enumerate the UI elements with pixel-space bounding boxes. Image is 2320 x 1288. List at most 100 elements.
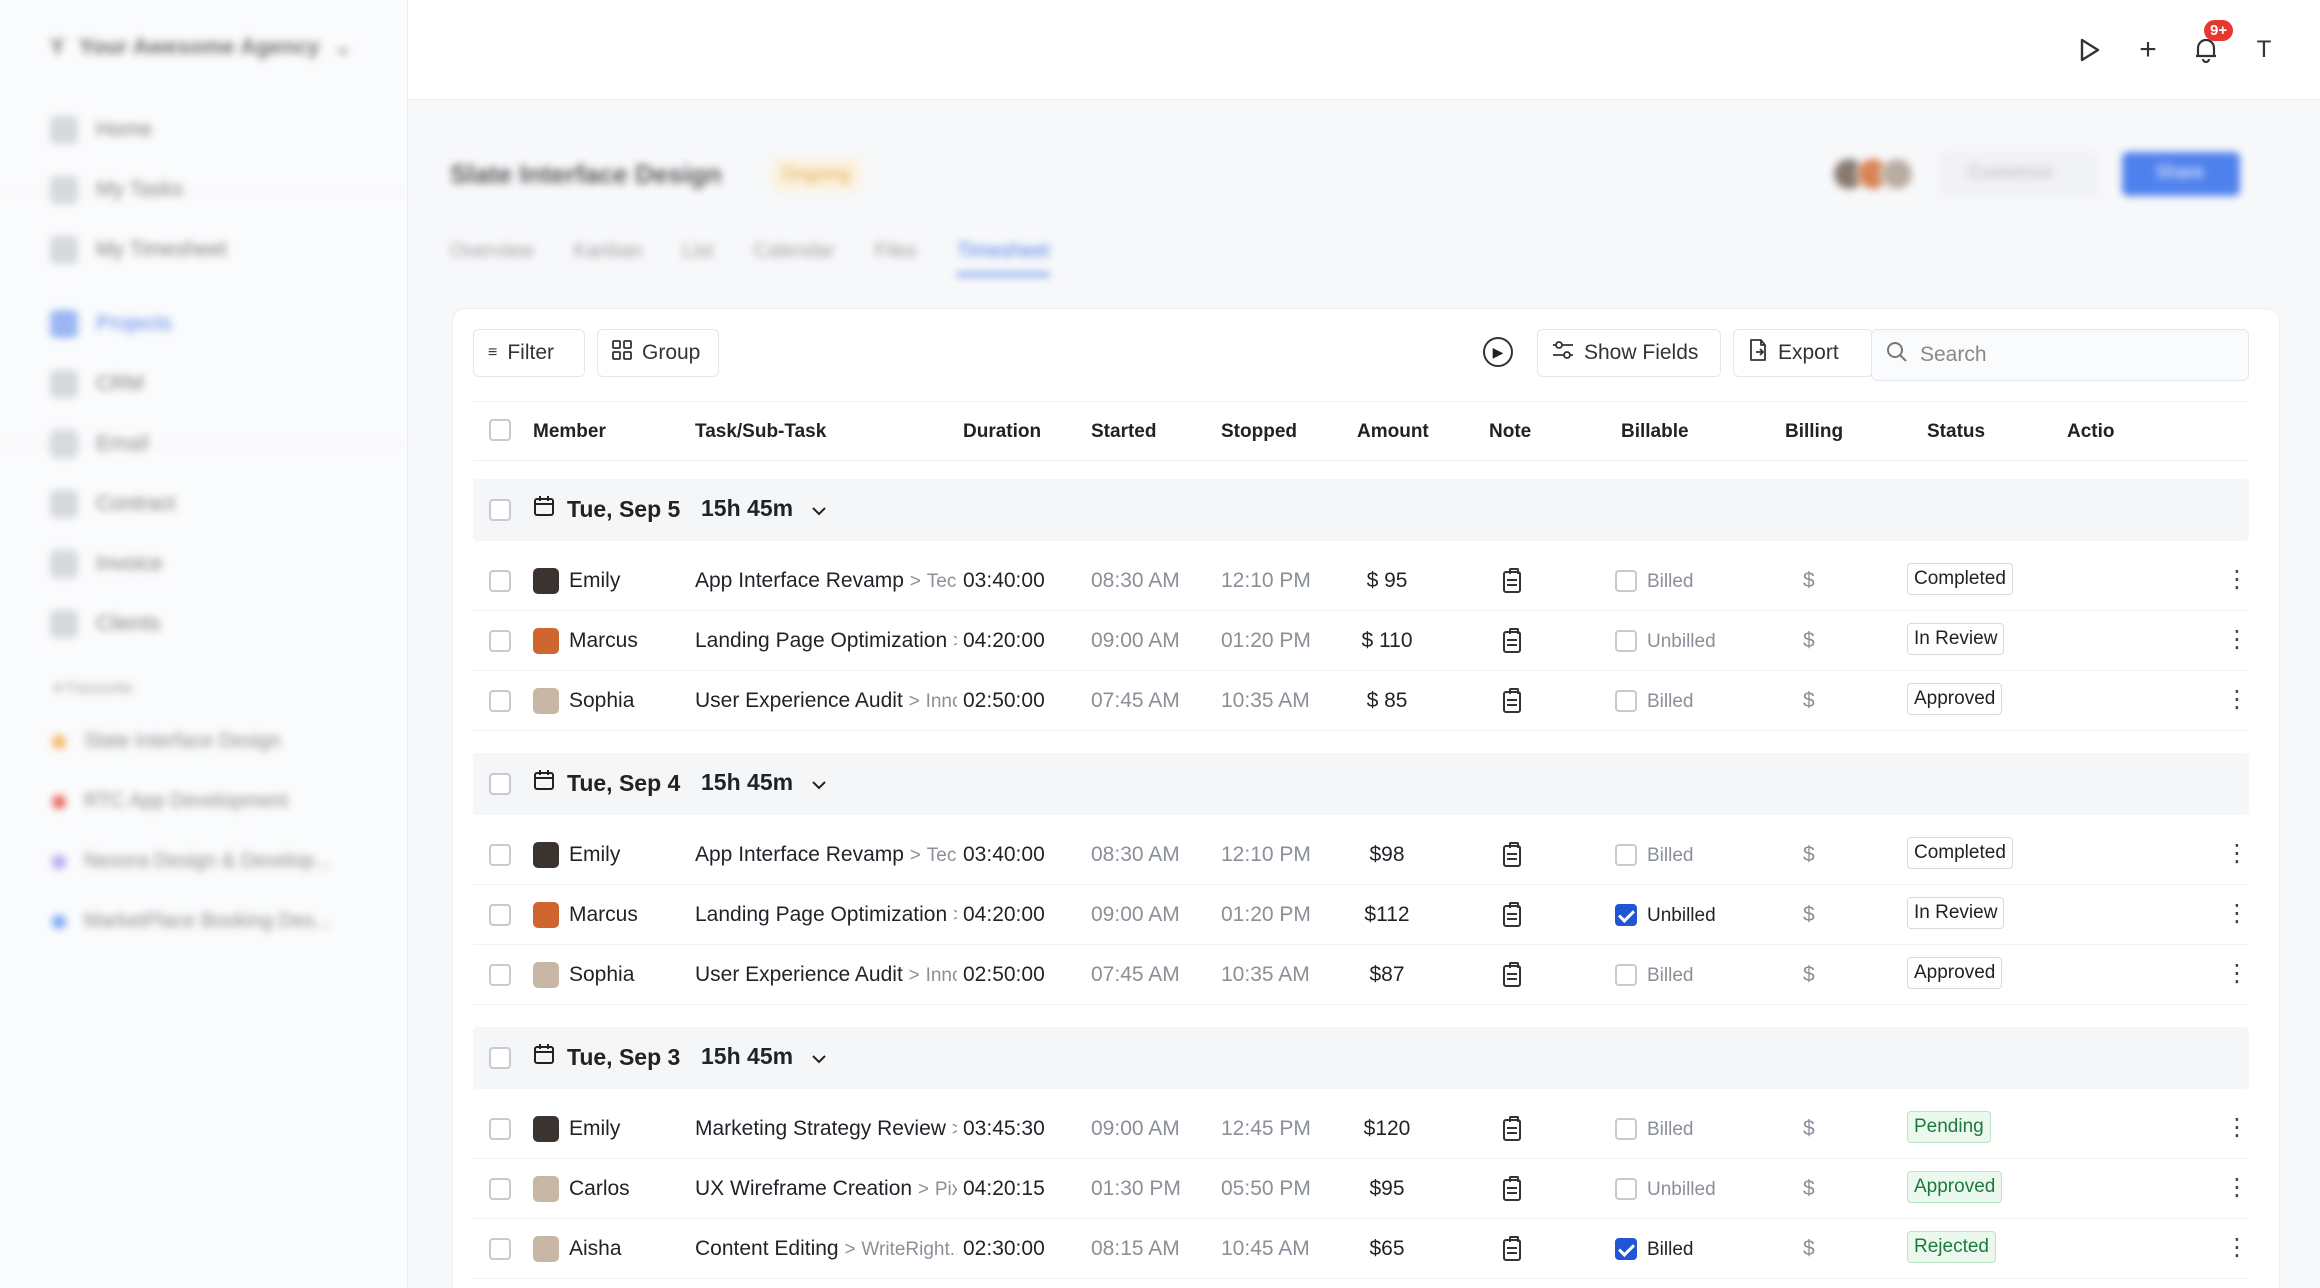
table-row[interactable]: Sophia User Experience Audit > InnovaLabs… <box>473 945 2249 1005</box>
tab-list[interactable]: List <box>682 240 713 276</box>
table-row[interactable]: Marcus Landing Page Optimization > Bright… <box>473 885 2249 945</box>
task-cell[interactable]: Content Editing > WriteRight... <box>695 1237 957 1261</box>
table-row[interactable]: Sophia User Experience Audit > InnovaLabs… <box>473 671 2249 731</box>
col-duration[interactable]: Duration <box>963 421 1041 443</box>
more-actions-icon[interactable]: ⋮ <box>2225 839 2249 868</box>
status-badge[interactable]: Completed <box>1907 837 2013 869</box>
play-timer-icon[interactable]: ▶ <box>1483 337 1513 367</box>
row-checkbox[interactable] <box>489 690 511 712</box>
play-icon[interactable] <box>2074 30 2106 70</box>
table-row[interactable]: Emily App Interface Revamp > TechFlow... 0… <box>473 551 2249 611</box>
export-button[interactable]: Export <box>1733 329 1873 377</box>
show-fields-button[interactable]: Show Fields <box>1537 329 1721 377</box>
table-row[interactable]: LiamBackend API Development > CodeStre:0… <box>473 1279 2249 1288</box>
row-checkbox[interactable] <box>489 630 511 652</box>
search-input[interactable]: Search <box>1871 329 2249 381</box>
row-checkbox[interactable] <box>489 904 511 926</box>
more-actions-icon[interactable]: ⋮ <box>2225 1173 2249 1202</box>
more-actions-icon[interactable]: ⋮ <box>2225 565 2249 594</box>
sidebar-item-home[interactable]: Home <box>50 116 152 144</box>
col-task[interactable]: Task/Sub-Task <box>695 421 826 443</box>
favourite-item[interactable]: RTC App Development <box>52 790 288 813</box>
col-member[interactable]: Member <box>533 421 606 443</box>
row-checkbox[interactable] <box>489 844 511 866</box>
project-title[interactable]: Slate Interface Design <box>450 159 722 190</box>
user-avatar[interactable]: T <box>2248 30 2280 70</box>
sidebar-item-invoice[interactable]: Invoice <box>50 550 163 578</box>
status-badge[interactable]: Completed <box>1907 563 2013 595</box>
sidebar-item-contract[interactable]: Contract <box>50 490 175 518</box>
col-billable[interactable]: Billable <box>1621 421 1689 443</box>
chevron-down-icon[interactable] <box>811 1043 827 1070</box>
billable-checkbox[interactable] <box>1615 844 1637 866</box>
table-row[interactable]: Emily Marketing Strategy Review > BrightE… <box>473 1099 2249 1159</box>
billing-dollar-icon[interactable]: $ <box>1803 963 1815 987</box>
sidebar-item-my-tasks[interactable]: My Tasks <box>50 176 183 204</box>
billable-checkbox[interactable] <box>1615 904 1637 926</box>
col-stopped[interactable]: Stopped <box>1221 421 1297 443</box>
status-badge[interactable]: Approved <box>1907 683 2003 715</box>
note-clipboard-icon[interactable] <box>1503 962 1521 987</box>
task-cell[interactable]: UX Wireframe Creation > PixelForge... <box>695 1177 957 1201</box>
note-clipboard-icon[interactable] <box>1503 1176 1521 1201</box>
row-checkbox[interactable] <box>489 570 511 592</box>
table-row[interactable]: Marcus Landing Page Optimization > Bright… <box>473 611 2249 671</box>
group-checkbox[interactable] <box>489 499 511 521</box>
billing-dollar-icon[interactable]: $ <box>1803 903 1815 927</box>
favourite-item[interactable]: Nexora Design & Develop... <box>52 850 331 873</box>
status-badge[interactable]: Approved <box>1907 957 2003 989</box>
sidebar-item-crm[interactable]: CRM <box>50 370 144 398</box>
billing-dollar-icon[interactable]: $ <box>1803 1117 1815 1141</box>
row-checkbox[interactable] <box>489 1118 511 1140</box>
note-clipboard-icon[interactable] <box>1503 688 1521 713</box>
note-clipboard-icon[interactable] <box>1503 842 1521 867</box>
status-badge[interactable]: Pending <box>1907 1111 1991 1143</box>
task-cell[interactable]: Marketing Strategy Review > BrightEd( <box>695 1117 957 1141</box>
billable-checkbox[interactable] <box>1615 570 1637 592</box>
favourite-item[interactable]: Slate Interface Design <box>52 730 281 753</box>
more-actions-icon[interactable]: ⋮ <box>2225 625 2249 654</box>
group-checkbox[interactable] <box>489 773 511 795</box>
billing-dollar-icon[interactable]: $ <box>1803 1237 1815 1261</box>
customize-button[interactable]: Customize <box>1938 152 2098 196</box>
billable-checkbox[interactable] <box>1615 630 1637 652</box>
billable-checkbox[interactable] <box>1615 1238 1637 1260</box>
task-cell[interactable]: Landing Page Optimization > BrightAd: <box>695 903 957 927</box>
tab-calendar[interactable]: Calendar <box>753 240 834 276</box>
more-actions-icon[interactable]: ⋮ <box>2225 899 2249 928</box>
chevron-down-icon[interactable] <box>811 769 827 796</box>
task-cell[interactable]: User Experience Audit > InnovaLabs... <box>695 689 957 713</box>
group-button[interactable]: Group <box>597 329 719 377</box>
billable-checkbox[interactable] <box>1615 1178 1637 1200</box>
note-clipboard-icon[interactable] <box>1503 1236 1521 1261</box>
note-clipboard-icon[interactable] <box>1503 628 1521 653</box>
table-row[interactable]: Emily App Interface Revamp > TechFlow... 0… <box>473 825 2249 885</box>
note-clipboard-icon[interactable] <box>1503 902 1521 927</box>
status-badge[interactable]: Rejected <box>1907 1231 1996 1263</box>
billing-dollar-icon[interactable]: $ <box>1803 1177 1815 1201</box>
task-cell[interactable]: Landing Page Optimization > BrightAd: <box>695 629 957 653</box>
member-avatars[interactable] <box>1832 157 1914 191</box>
date-group-header[interactable]: Tue, Sep 5 15h 45m <box>473 479 2249 541</box>
billing-dollar-icon[interactable]: $ <box>1803 569 1815 593</box>
group-checkbox[interactable] <box>489 1047 511 1069</box>
tab-files[interactable]: Files <box>875 240 917 276</box>
billing-dollar-icon[interactable]: $ <box>1803 689 1815 713</box>
table-row[interactable]: Carlos UX Wireframe Creation > PixelForge… <box>473 1159 2249 1219</box>
more-actions-icon[interactable]: ⋮ <box>2225 959 2249 988</box>
filter-button[interactable]: ≡ Filter <box>473 329 585 377</box>
agency-switcher[interactable]: Y Your Awesome Agency ⌄ <box>50 34 352 60</box>
status-badge[interactable]: Approved <box>1907 1171 2003 1203</box>
date-group-header[interactable]: Tue, Sep 4 15h 45m <box>473 753 2249 815</box>
note-clipboard-icon[interactable] <box>1503 568 1521 593</box>
sidebar-item-my-timesheet[interactable]: My Timesheet <box>50 236 227 264</box>
task-cell[interactable]: User Experience Audit > InnovaLabs... <box>695 963 957 987</box>
status-badge[interactable]: In Review <box>1907 623 2005 655</box>
status-badge[interactable]: In Review <box>1907 897 2005 929</box>
tab-timesheet[interactable]: Timesheet <box>956 240 1050 276</box>
billable-checkbox[interactable] <box>1615 1118 1637 1140</box>
col-billing[interactable]: Billing <box>1785 421 1843 443</box>
favourite-item[interactable]: MarketPlace Booking Des... <box>52 910 331 933</box>
billing-dollar-icon[interactable]: $ <box>1803 843 1815 867</box>
bell-icon[interactable]: 9+ <box>2190 20 2234 70</box>
